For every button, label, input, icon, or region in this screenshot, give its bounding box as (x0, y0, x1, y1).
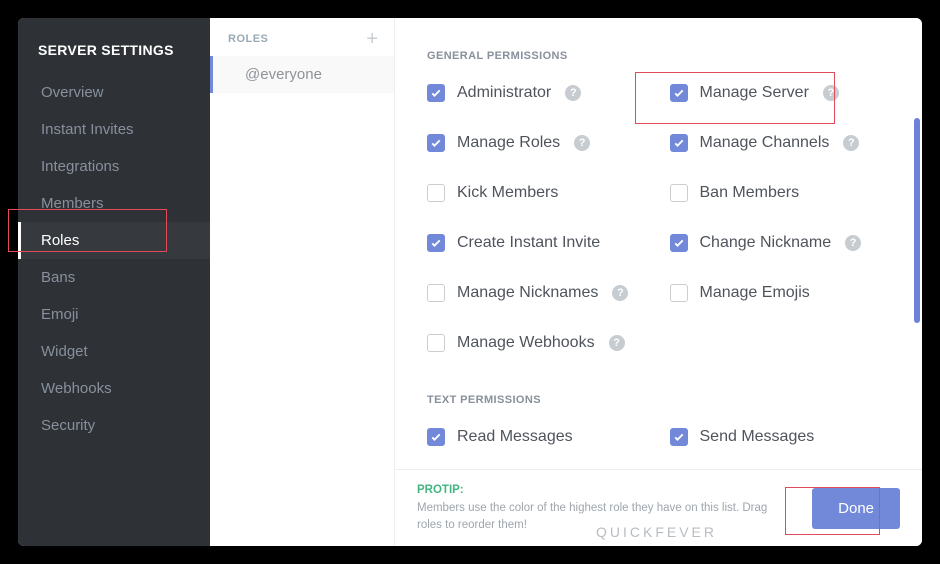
permission-row: Create Instant Invite (427, 234, 640, 252)
check-icon (430, 87, 442, 99)
check-icon (673, 137, 685, 149)
permission-row: Manage Roles? (427, 134, 640, 152)
roles-list: @everyone (210, 56, 394, 93)
sidebar-item-emoji[interactable]: Emoji (18, 296, 210, 333)
permission-label: Manage Channels (700, 134, 830, 152)
permission-label: Manage Nicknames (457, 284, 598, 302)
check-icon (430, 137, 442, 149)
help-icon[interactable]: ? (612, 285, 628, 301)
help-icon[interactable]: ? (845, 235, 861, 251)
permission-row: Change Nickname? (670, 234, 883, 252)
sidebar-item-instant-invites[interactable]: Instant Invites (18, 111, 210, 148)
permission-row: Ban Members (670, 184, 883, 202)
check-icon (430, 237, 442, 249)
role-permissions-panel: GENERAL PERMISSIONS Administrator?Manage… (395, 18, 922, 546)
sidebar-items: OverviewInstant InvitesIntegrationsMembe… (18, 74, 210, 444)
permission-label: Change Nickname (700, 234, 832, 252)
roles-column-title: ROLES (228, 33, 268, 45)
general-permissions-title: GENERAL PERMISSIONS (427, 50, 882, 62)
permission-row: Send Messages (670, 428, 883, 446)
permission-label: Manage Emojis (700, 284, 810, 302)
permission-checkbox[interactable] (427, 84, 445, 102)
help-icon[interactable]: ? (843, 135, 859, 151)
permission-checkbox[interactable] (670, 428, 688, 446)
check-icon (673, 87, 685, 99)
permission-row: Manage Nicknames? (427, 284, 640, 302)
settings-sidebar: SERVER SETTINGS OverviewInstant InvitesI… (18, 18, 210, 546)
sidebar-item-bans[interactable]: Bans (18, 259, 210, 296)
general-permissions-grid: Administrator?Manage Server?Manage Roles… (427, 84, 882, 352)
permission-checkbox[interactable] (670, 134, 688, 152)
permission-row: Manage Emojis (670, 284, 883, 302)
permission-row: Kick Members (427, 184, 640, 202)
permission-checkbox[interactable] (670, 284, 688, 302)
help-icon[interactable]: ? (609, 335, 625, 351)
watermark: QUICKFEVER (596, 524, 717, 540)
permission-checkbox[interactable] (670, 84, 688, 102)
permission-label: Send Messages (700, 428, 815, 446)
permission-checkbox[interactable] (427, 234, 445, 252)
permission-checkbox[interactable] (427, 284, 445, 302)
permission-checkbox[interactable] (670, 234, 688, 252)
sidebar-item-widget[interactable]: Widget (18, 333, 210, 370)
protip-label: PROTIP: (417, 482, 792, 499)
help-icon[interactable]: ? (574, 135, 590, 151)
text-permissions-grid: Read Messages Send Messages (427, 428, 882, 446)
scrollbar-thumb[interactable] (914, 118, 920, 323)
permission-label: Manage Server (700, 84, 809, 102)
permission-label: Kick Members (457, 184, 558, 202)
permission-row: Manage Server? (670, 84, 883, 102)
sidebar-item-security[interactable]: Security (18, 407, 210, 444)
permission-label: Create Instant Invite (457, 234, 600, 252)
permission-label: Administrator (457, 84, 551, 102)
settings-modal: SERVER SETTINGS OverviewInstant InvitesI… (18, 18, 922, 546)
sidebar-item-roles[interactable]: Roles (18, 222, 210, 259)
help-icon[interactable]: ? (565, 85, 581, 101)
permission-label: Manage Roles (457, 134, 560, 152)
role-item[interactable]: @everyone (210, 56, 394, 93)
permissions-scroll[interactable]: GENERAL PERMISSIONS Administrator?Manage… (395, 18, 922, 469)
permission-row: Administrator? (427, 84, 640, 102)
sidebar-item-integrations[interactable]: Integrations (18, 148, 210, 185)
add-role-icon[interactable]: + (366, 32, 378, 46)
permission-label: Manage Webhooks (457, 334, 595, 352)
check-icon (673, 431, 685, 443)
permission-checkbox[interactable] (427, 184, 445, 202)
check-icon (673, 237, 685, 249)
sidebar-item-webhooks[interactable]: Webhooks (18, 370, 210, 407)
sidebar-title: SERVER SETTINGS (18, 42, 210, 74)
permission-label: Ban Members (700, 184, 800, 202)
sidebar-item-overview[interactable]: Overview (18, 74, 210, 111)
permission-checkbox[interactable] (427, 134, 445, 152)
text-permissions-title: TEXT PERMISSIONS (427, 394, 882, 406)
permission-checkbox[interactable] (670, 184, 688, 202)
roles-column: ROLES + @everyone (210, 18, 395, 546)
permission-row: Read Messages (427, 428, 640, 446)
permission-row: Manage Webhooks? (427, 334, 640, 352)
roles-column-header: ROLES + (210, 18, 394, 56)
help-icon[interactable]: ? (823, 85, 839, 101)
sidebar-item-members[interactable]: Members (18, 185, 210, 222)
permission-label: Read Messages (457, 428, 573, 446)
done-button[interactable]: Done (812, 488, 900, 529)
permission-checkbox[interactable] (427, 428, 445, 446)
permission-checkbox[interactable] (427, 334, 445, 352)
permission-row: Manage Channels? (670, 134, 883, 152)
check-icon (430, 431, 442, 443)
